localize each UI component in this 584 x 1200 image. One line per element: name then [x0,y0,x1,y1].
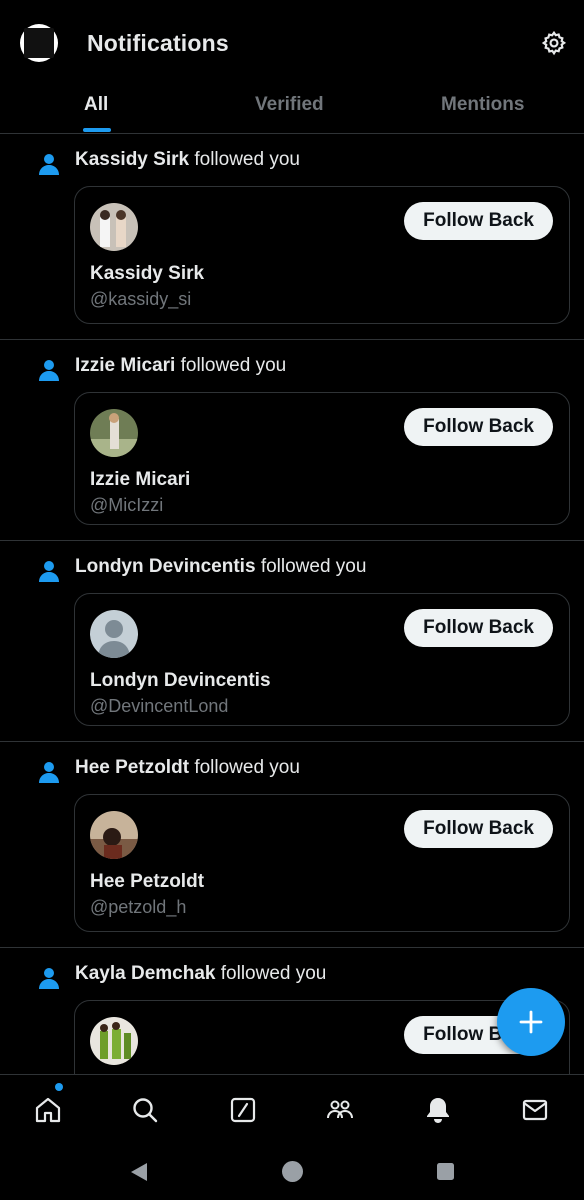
notification-text: Kayla Demchak followed you [75,962,568,986]
person-icon [39,968,59,989]
person-icon [39,762,59,783]
follower-name[interactable]: Hee Petzoldt [75,757,189,778]
follow-back-button[interactable]: Follow Back [404,609,553,647]
messages-icon[interactable] [520,1095,550,1125]
avatar[interactable] [90,811,138,859]
user-handle: @kassidy_si [90,289,192,309]
tab-verified[interactable]: Verified [255,94,324,116]
notification-text: Hee Petzoldt followed you [75,756,568,780]
unread-dot [55,1083,63,1091]
page-title: Notifications [87,30,229,56]
bottom-navigation [0,1074,584,1144]
gear-icon[interactable] [541,30,567,56]
home-icon[interactable] [33,1095,63,1125]
person-icon [39,154,59,175]
list-item[interactable]: Kayla Demchak followed you Follow Back [0,948,584,1074]
action-text: followed you [194,149,300,170]
tab-all[interactable]: All [84,94,108,116]
avatar[interactable] [90,203,138,251]
user-card[interactable]: Izzie Micari @MicIzzi Follow Back [74,392,570,525]
home-circle-icon[interactable] [281,1160,304,1183]
communities-icon[interactable] [325,1095,355,1125]
profile-avatar[interactable] [20,24,58,62]
notification-text: Kassidy Sirk followed you [75,148,568,172]
active-tab-indicator [83,128,111,132]
person-icon [39,561,59,582]
user-handle: @MicIzzi [90,495,164,515]
follower-name[interactable]: Kayla Demchak [75,963,215,984]
list-item[interactable]: Kassidy Sirk followed you Kassidy Sirk @… [0,134,584,340]
system-navigation [0,1144,584,1200]
list-item[interactable]: Izzie Micari followed you Izzie Micari @… [0,340,584,541]
user-name: Londyn Devincentis [90,670,271,691]
follow-back-button[interactable]: Follow Back [404,810,553,848]
avatar[interactable] [90,409,138,457]
follower-name[interactable]: Londyn Devincentis [75,556,256,577]
user-card[interactable]: Follow Back [74,1000,570,1074]
notifications-icon[interactable] [423,1095,453,1125]
user-card[interactable]: Kassidy Sirk @kassidy_si Follow Back [74,186,570,324]
compose-button[interactable] [497,988,565,1056]
notification-text: Londyn Devincentis followed you [75,555,568,579]
follow-back-button[interactable]: Follow Back [404,408,553,446]
list-item[interactable]: Hee Petzoldt followed you Hee Petzoldt @… [0,742,584,948]
default-avatar[interactable] [90,610,138,658]
follow-back-button[interactable]: Follow Back [404,202,553,240]
action-text: followed you [194,757,300,778]
avatar[interactable] [90,1017,138,1065]
user-name: Izzie Micari [90,469,191,490]
search-icon[interactable] [130,1095,160,1125]
user-card[interactable]: Hee Petzoldt @petzold_h Follow Back [74,794,570,932]
action-text: followed you [180,355,287,376]
person-icon [39,360,59,381]
recents-icon[interactable] [436,1162,455,1181]
user-handle: @DevincentLond [90,696,229,716]
notification-list: Kassidy Sirk followed you Kassidy Sirk @… [0,134,584,1074]
user-card[interactable]: Londyn Devincentis @DevincentLond Follow… [74,593,570,726]
user-name: Hee Petzoldt [90,871,205,892]
follower-name[interactable]: Izzie Micari [75,355,175,376]
notification-text: Izzie Micari followed you [75,354,568,378]
back-icon[interactable] [128,1160,150,1184]
notification-tabs: All Verified Mentions [0,86,584,134]
follower-name[interactable]: Kassidy Sirk [75,149,189,170]
plus-icon [519,1010,543,1034]
user-handle: @petzold_h [90,897,187,917]
action-text: followed you [260,556,367,577]
action-text: followed you [220,963,327,984]
top-bar: Notifications [0,0,584,86]
tab-mentions[interactable]: Mentions [441,94,524,116]
list-item[interactable]: Londyn Devincentis followed you Londyn D… [0,541,584,742]
grok-icon[interactable] [228,1095,258,1125]
user-name: Kassidy Sirk [90,263,205,284]
